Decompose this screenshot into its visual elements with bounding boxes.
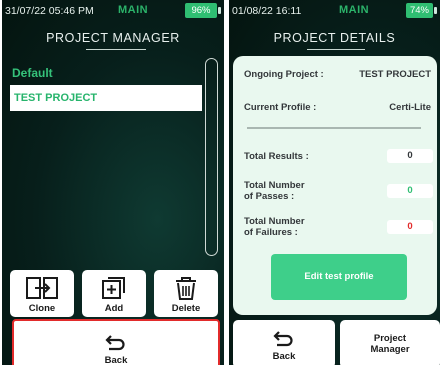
passes-label-line2: of Passes : — [244, 191, 295, 202]
total-results-value: 0 — [387, 149, 433, 163]
add-button[interactable]: Add — [82, 270, 146, 317]
status-bar: 01/08/22 16:11 MAIN 74% — [229, 0, 440, 22]
page-title: PROJECT DETAILS — [273, 31, 396, 45]
delete-label: Delete — [171, 303, 201, 314]
project-manager-button[interactable]: Project Manager — [340, 320, 440, 365]
page-title: PROJECT MANAGER — [46, 31, 180, 45]
current-profile-label: Current Profile : — [244, 102, 317, 113]
project-group-default[interactable]: Default — [12, 66, 53, 80]
status-bar: 31/07/22 05:46 PM MAIN 96% — [2, 0, 224, 22]
delete-button[interactable]: Delete — [154, 270, 218, 317]
delete-icon — [176, 277, 196, 300]
title-underline — [307, 49, 365, 50]
ongoing-project-label: Ongoing Project : — [244, 69, 324, 80]
back-label: Back — [272, 351, 296, 362]
passes-value: 0 — [387, 184, 433, 198]
status-mode: MAIN — [118, 4, 149, 16]
details-panel: Ongoing Project : TEST PROJECT Current P… — [233, 56, 437, 315]
battery-indicator: 74% — [406, 3, 433, 18]
back-label: Back — [104, 355, 128, 365]
status-time: 01/08/22 16:11 — [232, 5, 302, 17]
project-manager-screen: 31/07/22 05:46 PM MAIN 96% PROJECT MANAG… — [2, 0, 224, 365]
clone-icon — [26, 277, 58, 299]
project-list-item[interactable]: TEST PROJECT — [10, 85, 202, 111]
clone-label: Clone — [28, 303, 56, 314]
project-manager-label-line2: Manager — [370, 344, 410, 355]
scrollbar[interactable] — [205, 58, 218, 256]
back-button[interactable]: Back — [12, 319, 220, 365]
total-results-label: Total Results : — [244, 151, 309, 162]
project-manager-label-line1: Project — [373, 333, 407, 344]
failures-value: 0 — [387, 220, 433, 234]
failures-label-line2: of Failures : — [244, 227, 298, 238]
back-arrow-icon — [105, 335, 125, 351]
project-details-screen: 01/08/22 16:11 MAIN 74% PROJECT DETAILS … — [229, 0, 440, 365]
status-time: 31/07/22 05:46 PM — [5, 5, 94, 17]
battery-tip-icon — [218, 7, 221, 14]
back-button[interactable]: Back — [233, 320, 335, 365]
title-underline — [86, 49, 146, 50]
back-arrow-icon — [273, 331, 293, 347]
status-mode: MAIN — [339, 4, 370, 16]
current-profile-value: Certi-Lite — [389, 102, 431, 113]
failures-label-line1: Total Number — [244, 216, 305, 227]
divider — [247, 127, 421, 129]
passes-label-line1: Total Number — [244, 180, 305, 191]
battery-tip-icon — [434, 7, 437, 14]
edit-test-profile-button[interactable]: Edit test profile — [271, 254, 407, 300]
add-icon — [102, 277, 125, 299]
clone-button[interactable]: Clone — [10, 270, 74, 317]
battery-indicator: 96% — [185, 3, 217, 18]
add-label: Add — [104, 303, 124, 314]
ongoing-project-value: TEST PROJECT — [359, 69, 431, 80]
